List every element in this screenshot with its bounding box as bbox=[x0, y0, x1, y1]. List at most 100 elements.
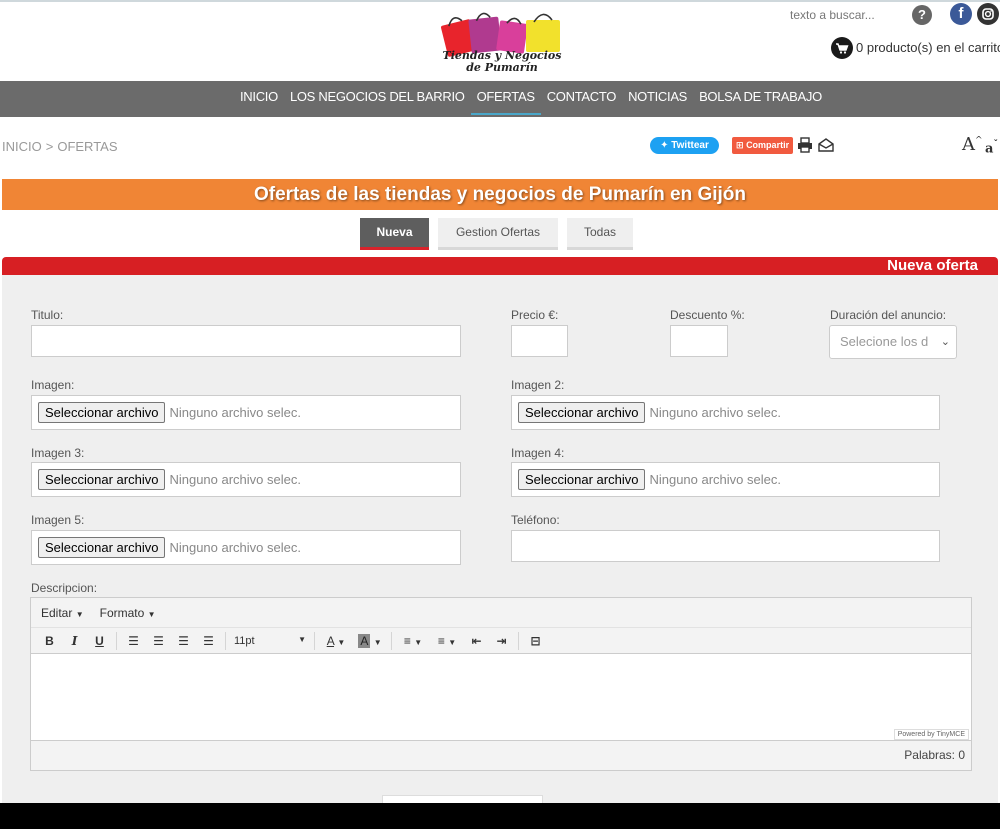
offer-tabs: Nueva Gestion Ofertas Todas bbox=[360, 218, 633, 250]
text-color-button[interactable]: A ▼ bbox=[319, 634, 353, 648]
nav-item-negocios[interactable]: LOS NEGOCIOS DEL BARRIO bbox=[284, 81, 471, 117]
descripcion-label: Descripcion: bbox=[31, 581, 98, 595]
numbered-list-icon[interactable]: ≡ ▼ bbox=[430, 634, 464, 648]
twitter-bird-icon: ✦ bbox=[660, 140, 669, 151]
page-title: Ofertas de las tiendas y negocios de Pum… bbox=[2, 179, 998, 210]
nav-item-contacto[interactable]: CONTACTO bbox=[541, 81, 622, 117]
indent-icon[interactable]: ⇥ bbox=[489, 634, 514, 648]
underline-button[interactable]: U bbox=[87, 634, 112, 648]
section-title: Nueva oferta bbox=[887, 257, 978, 274]
breadcrumb-home[interactable]: INICIO bbox=[2, 139, 42, 154]
titulo-label: Titulo: bbox=[31, 308, 64, 322]
imagen3-label: Imagen 3: bbox=[31, 446, 85, 460]
outdent-icon[interactable]: ⇤ bbox=[464, 634, 489, 648]
select-file-button[interactable]: Seleccionar archivo bbox=[38, 469, 166, 490]
breadcrumb: INICIO > OFERTAS bbox=[2, 139, 118, 154]
select-file-button[interactable]: Seleccionar archivo bbox=[38, 537, 166, 558]
imagen4-file-input[interactable]: Seleccionar archivo Ninguno archivo sele… bbox=[511, 462, 940, 497]
rich-text-editor: Editar ▼ Formato ▼ B I U ☰ ☰ ☰ ☰ 11pt ▼ A… bbox=[30, 597, 972, 771]
instagram-icon[interactable] bbox=[977, 3, 999, 25]
bg-color-button[interactable]: A ▼ bbox=[353, 633, 387, 648]
imagen4-label: Imagen 4: bbox=[511, 446, 565, 460]
imagen5-label: Imagen 5: bbox=[31, 513, 85, 527]
file-status: Ninguno archivo selec. bbox=[169, 540, 301, 555]
editor-statusbar: Palabras: 0 bbox=[31, 740, 971, 770]
bold-button[interactable]: B bbox=[37, 634, 62, 648]
align-center-icon[interactable]: ☰ bbox=[146, 634, 171, 648]
duracion-select[interactable]: Selecione los d ⌄ bbox=[829, 325, 957, 359]
imagen2-file-input[interactable]: Seleccionar archivo Ninguno archivo sele… bbox=[511, 395, 940, 430]
caret-down-icon: ▼ bbox=[373, 637, 382, 647]
menu-editar[interactable]: Editar ▼ bbox=[41, 606, 84, 620]
nav-item-inicio[interactable]: INICIO bbox=[234, 81, 284, 117]
submit-button[interactable] bbox=[382, 795, 543, 803]
titulo-input[interactable] bbox=[31, 325, 461, 357]
media-icon[interactable]: ⊟ bbox=[523, 634, 548, 648]
font-size-select[interactable]: 11pt ▼ bbox=[230, 635, 310, 647]
plus-icon: ⊞ bbox=[736, 140, 744, 150]
toolbar-divider bbox=[391, 631, 392, 650]
caret-down-icon: ▼ bbox=[147, 609, 156, 619]
menu-formato[interactable]: Formato ▼ bbox=[100, 606, 156, 620]
editor-menubar: Editar ▼ Formato ▼ bbox=[31, 598, 971, 628]
nav-item-noticias[interactable]: NOTICIAS bbox=[622, 81, 693, 117]
toolbar-divider bbox=[225, 631, 226, 650]
breadcrumb-separator: > bbox=[45, 139, 54, 154]
breadcrumb-current: OFERTAS bbox=[57, 139, 118, 154]
select-file-button[interactable]: Seleccionar archivo bbox=[518, 469, 646, 490]
main-nav: INICIO LOS NEGOCIOS DEL BARRIO OFERTAS C… bbox=[0, 81, 1000, 117]
imagen3-file-input[interactable]: Seleccionar archivo Ninguno archivo sele… bbox=[31, 462, 461, 497]
editor-content-area[interactable]: Powered by TinyMCE bbox=[31, 654, 971, 740]
mail-icon[interactable] bbox=[817, 136, 835, 154]
cart-icon[interactable] bbox=[831, 37, 853, 59]
font-decrease-icon[interactable]: aˇ bbox=[985, 140, 998, 156]
word-count: Palabras: 0 bbox=[904, 748, 965, 762]
tab-gestion-ofertas[interactable]: Gestion Ofertas bbox=[438, 218, 558, 250]
align-justify-icon[interactable]: ☰ bbox=[196, 634, 221, 648]
tab-todas[interactable]: Todas bbox=[567, 218, 633, 250]
precio-input[interactable] bbox=[511, 325, 568, 357]
duracion-label: Duración del anuncio: bbox=[830, 308, 947, 322]
nav-item-ofertas[interactable]: OFERTAS bbox=[470, 81, 541, 115]
nav-item-bolsa-trabajo[interactable]: BOLSA DE TRABAJO bbox=[693, 81, 828, 117]
print-icon[interactable] bbox=[796, 136, 814, 154]
font-increase-icon[interactable]: A^ bbox=[962, 134, 983, 155]
telefono-label: Teléfono: bbox=[511, 513, 560, 527]
twitter-share-button[interactable]: ✦ Twittear bbox=[650, 137, 719, 154]
tab-nueva[interactable]: Nueva bbox=[360, 218, 429, 250]
powered-by-label[interactable]: Powered by TinyMCE bbox=[893, 729, 969, 740]
caret-down-icon: ▼ bbox=[75, 609, 84, 619]
imagen2-label: Imagen 2: bbox=[511, 378, 565, 392]
italic-button[interactable]: I bbox=[62, 634, 87, 648]
chevron-down-icon: ⌄ bbox=[940, 336, 950, 348]
align-right-icon[interactable]: ☰ bbox=[171, 634, 196, 648]
telefono-input[interactable] bbox=[511, 530, 940, 562]
select-file-button[interactable]: Seleccionar archivo bbox=[518, 402, 646, 423]
help-icon[interactable]: ? bbox=[912, 5, 932, 25]
page: Tiendas y Negocios de Pumarín ? f 0 prod… bbox=[0, 0, 1000, 803]
caret-down-icon: ▼ bbox=[337, 637, 346, 647]
search-input[interactable] bbox=[780, 4, 900, 26]
precio-label: Precio €: bbox=[511, 308, 559, 322]
logo-text: Tiendas y Negocios de Pumarín bbox=[442, 49, 562, 74]
facebook-icon[interactable]: f bbox=[950, 3, 972, 25]
toolbar-divider bbox=[518, 631, 519, 650]
file-status: Ninguno archivo selec. bbox=[169, 405, 301, 420]
share-button[interactable]: ⊞ Compartir bbox=[732, 137, 793, 154]
section-header: Nueva oferta bbox=[2, 257, 998, 275]
toolbar-divider bbox=[116, 631, 117, 650]
file-status: Ninguno archivo selec. bbox=[649, 405, 781, 420]
file-status: Ninguno archivo selec. bbox=[169, 472, 301, 487]
caret-down-icon: ▼ bbox=[298, 634, 306, 644]
cart-status[interactable]: 0 producto(s) en el carrito bbox=[856, 40, 1000, 55]
imagen-file-input[interactable]: Seleccionar archivo Ninguno archivo sele… bbox=[31, 395, 461, 430]
bullet-list-icon[interactable]: ≡ ▼ bbox=[396, 634, 430, 648]
top-border bbox=[0, 0, 1000, 2]
imagen5-file-input[interactable]: Seleccionar archivo Ninguno archivo sele… bbox=[31, 530, 461, 565]
align-left-icon[interactable]: ☰ bbox=[121, 634, 146, 648]
select-file-button[interactable]: Seleccionar archivo bbox=[38, 402, 166, 423]
editor-toolbar: B I U ☰ ☰ ☰ ☰ 11pt ▼ A ▼ A ▼ ≡ ▼ ≡ ▼ ⇤ ⇥ … bbox=[31, 628, 971, 654]
file-status: Ninguno archivo selec. bbox=[649, 472, 781, 487]
descuento-input[interactable] bbox=[670, 325, 728, 357]
imagen-label: Imagen: bbox=[31, 378, 75, 392]
